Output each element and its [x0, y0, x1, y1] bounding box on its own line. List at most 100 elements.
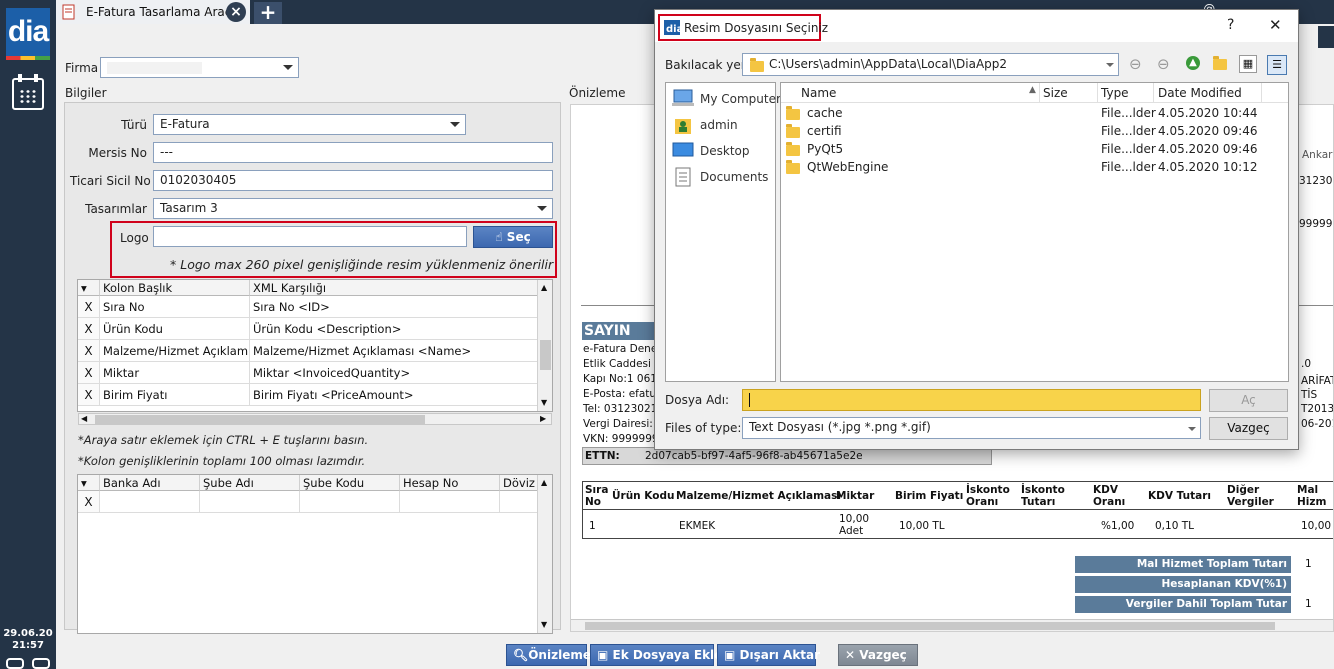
- cell-sube-adi[interactable]: [200, 491, 300, 513]
- col-header-sube-kodu[interactable]: Şube Kodu: [300, 475, 400, 491]
- file-row[interactable]: certifi File...lder 4.05.2020 09:46: [781, 123, 1288, 141]
- col-header-baslik[interactable]: Kolon Başlık: [100, 280, 250, 296]
- cell-xml[interactable]: Malzeme/Hizmet Açıklaması <Name>: [250, 340, 538, 362]
- list-view-icon[interactable]: ▦: [1239, 55, 1257, 73]
- scroll-up-handle[interactable]: [1318, 26, 1334, 48]
- place-documents[interactable]: Documents: [700, 170, 768, 184]
- tab-add-button[interactable]: +: [254, 2, 282, 24]
- cell-xml[interactable]: Ürün Kodu <Description>: [250, 318, 538, 340]
- dosya-adi-input[interactable]: [742, 389, 1201, 411]
- tab-close-button[interactable]: ×: [226, 2, 246, 22]
- turu-combo[interactable]: E-Fatura: [153, 114, 466, 135]
- inv-cell: 10,00 TL: [899, 520, 945, 532]
- dialog-close-button[interactable]: ✕: [1269, 16, 1282, 34]
- scroll-down-arrow[interactable]: ▼: [541, 398, 547, 407]
- logo-text: dia: [7, 15, 49, 48]
- col-size[interactable]: Size: [1043, 86, 1068, 100]
- new-folder-icon[interactable]: [1213, 56, 1227, 70]
- folder-icon: [750, 58, 764, 72]
- file-row[interactable]: PyQt5 File...lder 4.05.2020 09:46: [781, 141, 1288, 159]
- dialog-vazgec-button[interactable]: Vazgeç: [1209, 417, 1288, 440]
- scroll-up-arrow[interactable]: ▲: [541, 478, 547, 487]
- save-icon: ▣: [597, 648, 613, 662]
- delete-row-button[interactable]: X: [78, 491, 100, 513]
- vazgec-label: Vazgeç: [859, 648, 907, 662]
- parent-folder-icon[interactable]: ▲: [1186, 56, 1200, 70]
- note-kolon-genislik: *Kolon genişliklerinin toplamı 100 olmas…: [78, 454, 366, 468]
- columns-grid-hscrollbar[interactable]: ◀ ▶: [78, 413, 552, 425]
- back-icon[interactable]: ⊖: [1129, 55, 1142, 73]
- col-header-hesap-no[interactable]: Hesap No: [400, 475, 500, 491]
- grid-filter-icon[interactable]: ▾: [78, 280, 100, 296]
- detail-view-icon[interactable]: ☰: [1267, 55, 1287, 75]
- preview-hscrollbar[interactable]: [571, 619, 1333, 631]
- columns-grid-scrollbar[interactable]: ▲ ▼: [537, 280, 552, 411]
- columns-grid: ▾ Kolon Başlık XML Karşılığı X Sıra No S…: [77, 279, 553, 412]
- scroll-up-arrow[interactable]: ▲: [541, 283, 547, 292]
- firma-combo[interactable]: [100, 57, 299, 78]
- col-header-doviz[interactable]: Döviz: [500, 475, 538, 491]
- grid-filter-icon[interactable]: ▾: [78, 475, 100, 491]
- logo-path-input[interactable]: [153, 226, 467, 247]
- place-admin[interactable]: admin: [700, 118, 738, 132]
- cell-sube-kodu[interactable]: [300, 491, 400, 513]
- sidebar-time: 21:57: [12, 640, 44, 651]
- file-type: File...lder: [1101, 106, 1156, 120]
- col-header-xml[interactable]: XML Karşılığı: [250, 280, 538, 296]
- col-date[interactable]: Date Modified: [1158, 86, 1242, 100]
- save-icon: ▣: [724, 648, 740, 662]
- ek-dosya-button[interactable]: ▣ Ek Dosyaya Ekle: [590, 644, 722, 666]
- total-row: Vergiler Dahil Toplam Tutar: [1074, 595, 1292, 614]
- delete-row-button[interactable]: X: [78, 296, 100, 318]
- sec-button[interactable]: ☝ Seç: [473, 226, 553, 248]
- col-type[interactable]: Type: [1101, 86, 1129, 100]
- cell-xml[interactable]: Birim Fiyatı <PriceAmount>: [250, 384, 538, 406]
- col-header-sube-adi[interactable]: Şube Adı: [200, 475, 300, 491]
- delete-row-button[interactable]: X: [78, 340, 100, 362]
- onizleme-button[interactable]: 🔍︎Önizleme: [506, 644, 591, 666]
- cell-banka[interactable]: [100, 491, 200, 513]
- logo-note: * Logo max 260 pixel genişliğinde resim …: [170, 257, 554, 272]
- youtube-icon[interactable]: [6, 658, 24, 669]
- folder-icon: [786, 160, 800, 174]
- cell-baslik[interactable]: Birim Fiyatı: [100, 384, 250, 406]
- path-combo[interactable]: C:\Users\admin\AppData\Local\DiaApp2: [742, 53, 1119, 76]
- scroll-thumb[interactable]: [540, 340, 551, 370]
- ticari-sicil-input[interactable]: 0102030405: [153, 170, 553, 191]
- cell-baslik[interactable]: Ürün Kodu: [100, 318, 250, 340]
- cell-baslik[interactable]: Sıra No: [100, 296, 250, 318]
- col-header-banka[interactable]: Banka Adı: [100, 475, 200, 491]
- cell-xml[interactable]: Miktar <InvoicedQuantity>: [250, 362, 538, 384]
- mersis-input[interactable]: ---: [153, 142, 553, 163]
- place-my-computer[interactable]: My Computer: [700, 92, 781, 106]
- ek-dosya-label: Ek Dosyaya Ekle: [612, 648, 723, 662]
- delete-row-button[interactable]: X: [78, 362, 100, 384]
- file-type-combo[interactable]: Text Dosyası (*.jpg *.png *.gif): [742, 417, 1201, 439]
- note-ctrl-e: *Araya satır eklemek için CTRL + E tuşla…: [78, 433, 369, 447]
- forward-icon[interactable]: ⊖: [1157, 55, 1170, 73]
- file-name: PyQt5: [807, 142, 844, 156]
- file-row[interactable]: cache File...lder 4.05.2020 10:44: [781, 105, 1288, 123]
- delete-row-button[interactable]: X: [78, 384, 100, 406]
- bank-grid-scrollbar[interactable]: ▲ ▼: [537, 475, 552, 633]
- disari-aktar-button[interactable]: ▣ Dışarı Aktar: [717, 644, 820, 666]
- help-button[interactable]: ?: [1227, 17, 1234, 33]
- file-date: 4.05.2020 09:46: [1158, 124, 1258, 138]
- ac-button[interactable]: Aç: [1209, 389, 1288, 412]
- cell-hesap-no[interactable]: [400, 491, 500, 513]
- cell-baslik[interactable]: Malzeme/Hizmet Açıklamı...: [100, 340, 250, 362]
- cell-baslik[interactable]: Miktar: [100, 362, 250, 384]
- calendar-icon[interactable]: [12, 74, 44, 110]
- delete-row-button[interactable]: X: [78, 318, 100, 340]
- col-name[interactable]: Name: [801, 86, 836, 100]
- cell-xml[interactable]: Sıra No <ID>: [250, 296, 538, 318]
- bilgiler-label: Bilgiler: [65, 86, 107, 100]
- tasarimlar-combo[interactable]: Tasarım 3: [153, 198, 553, 219]
- instagram-icon[interactable]: [32, 658, 50, 669]
- scroll-down-arrow[interactable]: ▼: [541, 620, 547, 629]
- cell-doviz[interactable]: [500, 491, 538, 513]
- file-row[interactable]: QtWebEngine File...lder 4.05.2020 10:12: [781, 159, 1288, 177]
- place-desktop[interactable]: Desktop: [700, 144, 750, 158]
- vazgec-button[interactable]: ✕ Vazgeç: [838, 644, 918, 666]
- dia-logo[interactable]: dia: [6, 8, 50, 60]
